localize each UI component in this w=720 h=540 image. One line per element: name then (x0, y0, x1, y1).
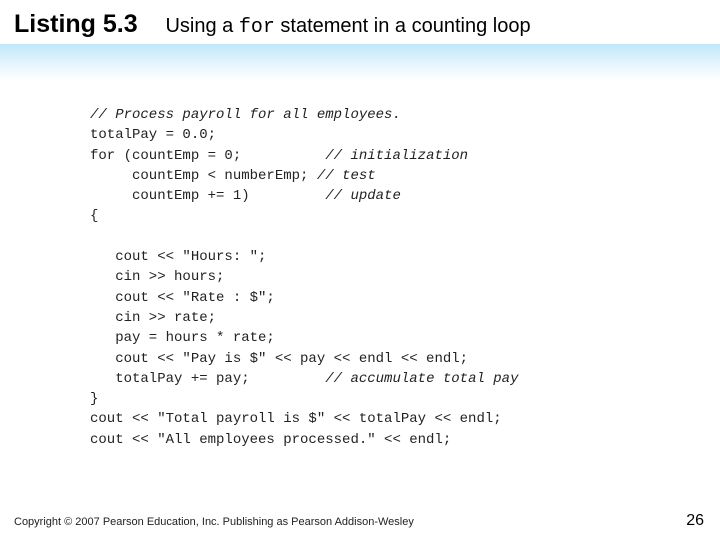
code-line: totalPay += pay; (90, 371, 325, 387)
code-line: cout << "Rate : $"; (90, 290, 275, 306)
code-line: } (90, 391, 98, 407)
listing-number: Listing 5.3 (14, 10, 138, 38)
code-line: countEmp < numberEmp; (90, 168, 317, 184)
code-line: cin >> rate; (90, 310, 216, 326)
code-line: cout << "Pay is $" << pay << endl << end… (90, 351, 468, 367)
header-gradient (0, 44, 720, 80)
code-line: cout << "Hours: "; (90, 249, 266, 265)
code-line: cin >> hours; (90, 269, 224, 285)
code-line: { (90, 208, 98, 224)
code-line: cout << "Total payroll is $" << totalPay… (90, 411, 502, 427)
page-number: 26 (686, 512, 704, 530)
code-line: totalPay = 0.0; (90, 127, 216, 143)
slide-heading: Listing 5.3 Using a for statement in a c… (14, 10, 531, 39)
code-line: countEmp += 1) (90, 188, 325, 204)
title-keyword: for (239, 16, 275, 39)
title-prefix: Using a (165, 15, 238, 37)
copyright-footer: Copyright © 2007 Pearson Education, Inc.… (14, 516, 414, 528)
code-comment: // update (325, 188, 401, 204)
code-listing: // Process payroll for all employees. to… (90, 105, 518, 450)
code-comment: // test (317, 168, 376, 184)
title-suffix: statement in a counting loop (275, 15, 531, 37)
code-comment: // initialization (325, 148, 468, 164)
code-comment: // Process payroll for all employees. (90, 107, 401, 123)
code-line: cout << "All employees processed." << en… (90, 432, 451, 448)
code-line: pay = hours * rate; (90, 330, 275, 346)
code-line: for (countEmp = 0; (90, 148, 325, 164)
code-comment: // accumulate total pay (325, 371, 518, 387)
